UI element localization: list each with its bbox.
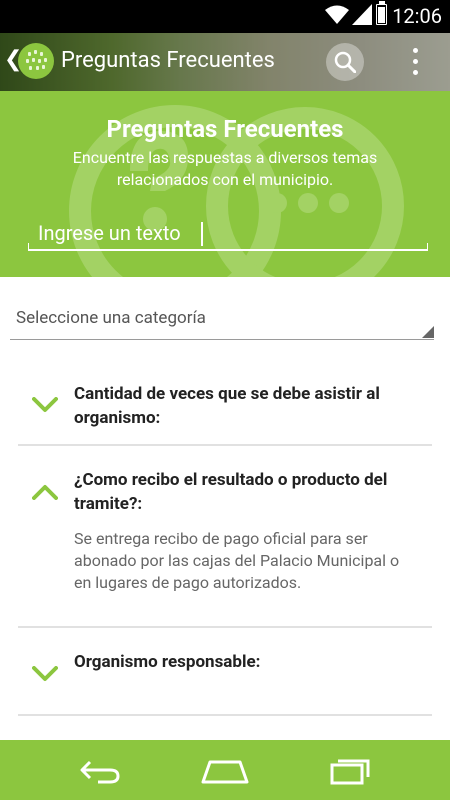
dropdown-triangle-icon <box>422 326 434 338</box>
chevron-down-icon <box>32 397 58 412</box>
chevron-up-icon <box>32 485 58 500</box>
search-input-placeholder: Ingrese un texto <box>38 221 181 245</box>
faq-item[interactable]: Organismo responsable: <box>18 634 432 718</box>
wifi-icon <box>325 5 349 24</box>
navigation-bar <box>0 740 450 800</box>
nav-back-icon[interactable] <box>78 758 122 784</box>
faq-item[interactable]: Cantidad de veces que se debe asistir al… <box>18 372 432 448</box>
search-icon <box>334 51 356 73</box>
signal-icon <box>352 4 372 25</box>
app-logo-icon[interactable] <box>18 43 54 79</box>
search-button[interactable] <box>326 43 364 81</box>
search-input[interactable]: Ingrese un texto <box>28 219 428 251</box>
battery-icon <box>376 1 387 25</box>
faq-title: Preguntas Frecuentes <box>106 115 344 143</box>
action-bar-title: Preguntas Frecuentes <box>61 48 275 73</box>
action-bar: ❮ Preguntas Frecuentes <box>0 33 450 91</box>
text-cursor <box>201 222 203 246</box>
status-bar: 12:06 <box>0 0 450 33</box>
faq-question: Cantidad de veces que se debe asistir al… <box>74 384 380 428</box>
chevron-down-icon <box>32 666 58 681</box>
faq-question: ¿Como recibo el resultado o producto del… <box>74 470 388 514</box>
status-time: 12:06 <box>392 4 442 28</box>
faq-question: Organismo responsable: <box>74 652 261 672</box>
category-select-label: Seleccione una categoría <box>16 308 206 328</box>
nav-home-icon[interactable] <box>200 758 250 784</box>
overflow-menu-icon[interactable] <box>408 46 422 78</box>
faq-answer: Se entrega recibo de pago oficial para s… <box>74 529 400 592</box>
faq-item[interactable]: ¿Como recibo el resultado o producto del… <box>18 456 432 632</box>
category-select[interactable]: Seleccione una categoría <box>10 300 434 340</box>
nav-recents-icon[interactable] <box>328 755 372 785</box>
faq-header: Preguntas Frecuentes Encuentre las respu… <box>0 91 450 277</box>
faq-subtitle: Encuentre las respuestas a diversos tema… <box>72 148 378 189</box>
